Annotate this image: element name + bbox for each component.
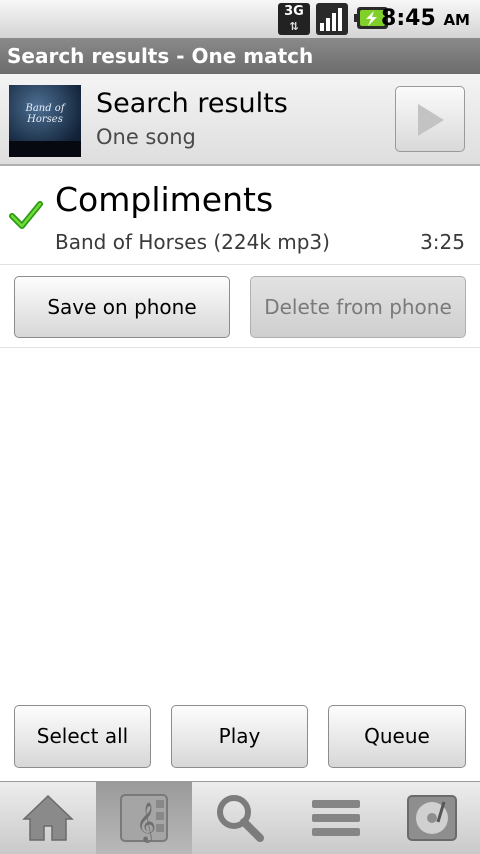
checkmark-icon [9,201,43,229]
play-button[interactable] [395,86,465,152]
song-duration: 3:25 [420,230,465,254]
select-all-button[interactable]: Select all [14,705,151,768]
now-playing-icon [407,795,457,841]
svg-text:𝄞: 𝄞 [136,802,156,843]
title-bar: Search results - One match [0,38,480,74]
header-subtitle: One song [96,125,196,149]
song-title: Compliments [55,180,274,219]
music-library-icon: 𝄞 [120,794,168,843]
home-icon [22,794,74,841]
results-header: Band of Horses Search results One song [0,74,480,166]
song-artist-format: Band of Horses (224k mp3) [55,230,330,254]
divider [0,347,480,348]
tab-library[interactable]: 𝄞 [96,782,192,854]
list-icon [312,800,360,836]
status-bar: 3G ⇅ 8:45 AM [0,0,480,38]
signal-strength-icon [316,3,348,35]
3g-data-icon: 3G ⇅ [278,3,310,35]
search-icon [217,795,264,842]
tab-now-playing[interactable] [384,782,480,854]
save-on-phone-button[interactable]: Save on phone [14,276,230,338]
delete-from-phone-button[interactable]: Delete from phone [250,276,466,338]
tab-list[interactable] [288,782,384,854]
clock: 8:45 AM [381,6,470,31]
tab-home[interactable] [0,782,96,854]
queue-button[interactable]: Queue [328,705,466,768]
play-all-button[interactable]: Play [171,705,308,768]
header-title: Search results [96,88,288,119]
tab-search[interactable] [192,782,288,854]
song-list-item[interactable]: Compliments Band of Horses (224k mp3) 3:… [0,166,480,265]
album-art: Band of Horses [9,85,81,157]
bottom-tab-bar: 𝄞 [0,781,480,854]
play-icon [418,104,444,136]
